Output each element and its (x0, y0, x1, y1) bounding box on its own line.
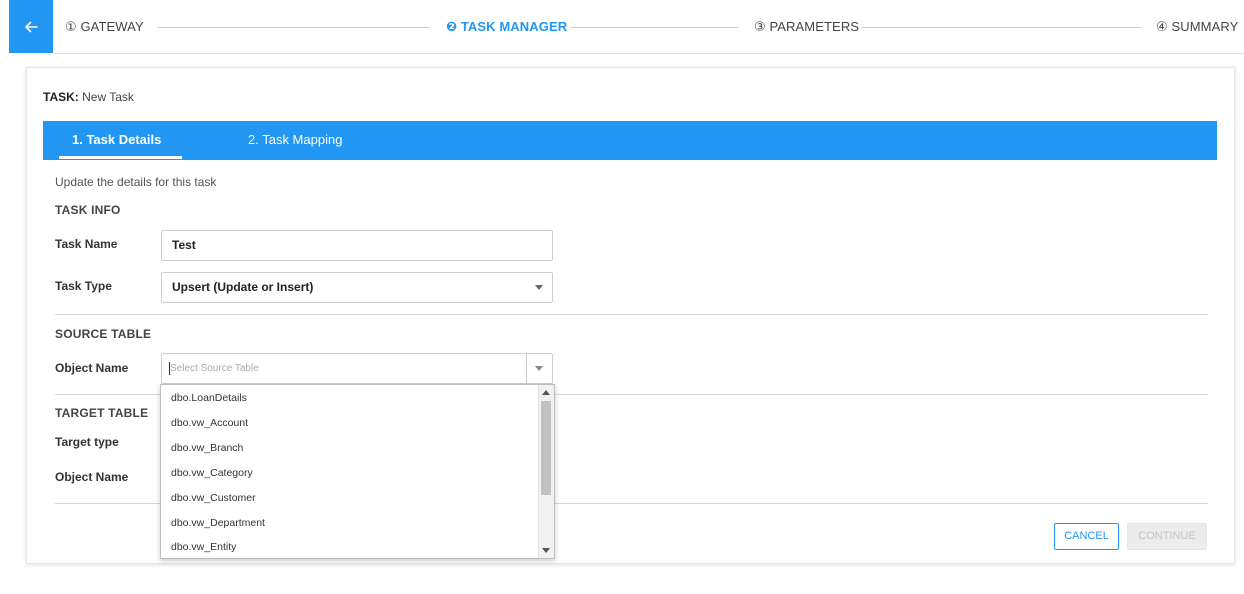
tab-bar: 1. Task Details 2. Task Mapping (43, 121, 1217, 160)
source-table-dropdown: dbo.LoanDetails dbo.vw_Account dbo.vw_Br… (160, 384, 555, 559)
dropdown-option[interactable]: dbo.vw_Entity (171, 541, 236, 553)
task-type-select[interactable]: Upsert (Update or Insert) (161, 272, 553, 303)
scrollbar-thumb[interactable] (541, 401, 551, 495)
source-table-combobox[interactable]: Select Source Table (161, 353, 553, 384)
step-connector (158, 27, 430, 28)
dropdown-option[interactable]: dbo.LoanDetails (171, 392, 247, 404)
source-table-toggle[interactable] (526, 354, 552, 383)
dropdown-option[interactable]: dbo.vw_Customer (171, 492, 256, 504)
task-title-name: New Task (82, 90, 134, 104)
stepper-divider (53, 53, 1244, 54)
task-type-label: Task Type (55, 279, 112, 293)
chevron-down-icon (535, 366, 543, 371)
task-type-value: Upsert (Update or Insert) (172, 280, 314, 294)
cancel-button[interactable]: CANCEL (1054, 523, 1119, 550)
active-tab-indicator (59, 156, 182, 159)
target-object-name-label: Object Name (55, 470, 129, 484)
source-table-heading: SOURCE TABLE (55, 327, 152, 341)
step-connector (571, 27, 738, 28)
dropdown-option[interactable]: dbo.vw_Account (171, 417, 248, 429)
chevron-down-icon (535, 285, 543, 290)
step-connector (862, 27, 1141, 28)
target-table-heading: TARGET TABLE (55, 406, 149, 420)
scroll-up-icon[interactable] (542, 390, 550, 395)
wizard-stepper: ① GATEWAY ❷ TASK MANAGER ③ PARAMETERS ④ … (0, 0, 1244, 54)
task-name-label: Task Name (55, 237, 118, 251)
task-name-input[interactable]: Test (161, 230, 553, 261)
step-gateway[interactable]: ① GATEWAY (65, 19, 144, 35)
dropdown-option[interactable]: dbo.vw_Branch (171, 442, 243, 454)
task-info-heading: TASK INFO (55, 203, 121, 217)
step-summary[interactable]: ④ SUMMARY (1156, 19, 1238, 35)
tab-task-details[interactable]: 1. Task Details (72, 121, 161, 160)
scroll-down-icon[interactable] (542, 548, 550, 553)
arrow-left-icon (25, 21, 38, 32)
section-divider (55, 314, 1208, 315)
tab-task-mapping[interactable]: 2. Task Mapping (248, 121, 342, 160)
dropdown-option[interactable]: dbo.vw_Department (171, 517, 265, 529)
step-task-manager[interactable]: ❷ TASK MANAGER (446, 19, 567, 35)
dropdown-scrollbar[interactable] (538, 385, 554, 558)
source-table-placeholder: Select Source Table (170, 363, 259, 374)
continue-button[interactable]: CONTINUE (1127, 523, 1207, 550)
form-subtitle: Update the details for this task (55, 175, 217, 189)
task-title-prefix: TASK: (43, 90, 79, 104)
source-object-name-label: Object Name (55, 361, 129, 375)
target-type-label: Target type (55, 435, 119, 449)
back-button[interactable] (9, 0, 53, 53)
task-title: TASK: New Task (43, 90, 134, 104)
step-parameters[interactable]: ③ PARAMETERS (754, 19, 859, 35)
dropdown-option[interactable]: dbo.vw_Category (171, 467, 253, 479)
